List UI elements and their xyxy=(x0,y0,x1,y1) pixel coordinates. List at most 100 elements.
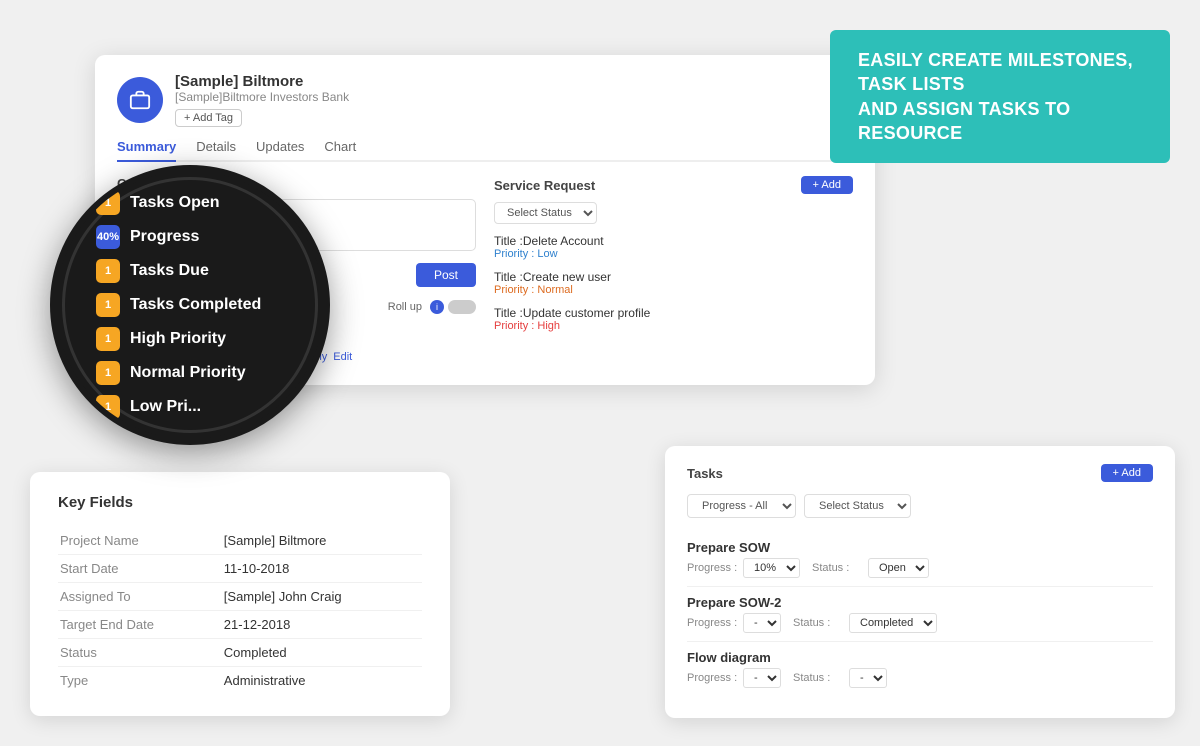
roll-up-toggle[interactable]: Roll up i xyxy=(388,300,476,314)
sr-priority-3: Priority : High xyxy=(494,320,853,332)
service-request-section: Service Request + Add Select Status Titl… xyxy=(494,176,853,363)
label-tasks-completed: Tasks Completed xyxy=(130,296,261,314)
add-tag-button[interactable]: + Add Tag xyxy=(175,109,242,127)
status-label-sow2: Status : xyxy=(793,617,845,629)
key-fields-card: Key Fields Project Name [Sample] Biltmor… xyxy=(30,472,450,716)
task-meta-sow: Progress : 10% Status : Open xyxy=(687,558,1153,578)
badge-normal-priority: 1 xyxy=(96,361,120,385)
task-row-flow: Flow diagram Progress : - Status : - xyxy=(687,642,1153,696)
kf-label-status: Status xyxy=(58,639,222,667)
project-avatar xyxy=(117,77,163,123)
project-subtitle: [Sample]Biltmore Investors Bank xyxy=(175,90,349,104)
teal-banner: EASILY CREATE MILESTONES, TASK LISTS AND… xyxy=(830,30,1170,163)
kf-label-target-end: Target End Date xyxy=(58,611,222,639)
badge-low-priority: 1 xyxy=(96,395,120,419)
task-progress-col-sow2: Progress : - xyxy=(687,613,781,633)
service-request-title: Service Request xyxy=(494,178,595,193)
service-request-add-button[interactable]: + Add xyxy=(801,176,853,194)
task-status-col-sow2: Status : Completed xyxy=(793,613,937,633)
circle-item-tasks-open: 1 Tasks Open xyxy=(96,191,284,215)
status-filter-select[interactable]: Select Status xyxy=(804,494,911,518)
label-normal-priority: Normal Priority xyxy=(130,364,246,382)
kf-row-start-date: Start Date 11-10-2018 xyxy=(58,555,422,583)
edit-link[interactable]: Edit xyxy=(333,351,352,363)
label-high-priority: High Priority xyxy=(130,330,226,348)
tab-updates[interactable]: Updates xyxy=(256,139,304,160)
circle-item-tasks-completed: 1 Tasks Completed xyxy=(96,293,284,317)
banner-text: EASILY CREATE MILESTONES, TASK LISTS AND… xyxy=(858,48,1142,145)
roll-up-switch[interactable] xyxy=(448,300,476,314)
task-name-sow2: Prepare SOW-2 xyxy=(687,595,1153,610)
sr-title-1: Title :Delete Account xyxy=(494,234,853,248)
progress-label-sow: Progress : xyxy=(687,562,739,574)
kf-row-type: Type Administrative xyxy=(58,667,422,695)
task-progress-col-sow: Progress : 10% xyxy=(687,558,800,578)
badge-tasks-due: 1 xyxy=(96,259,120,283)
circle-items: 1 Tasks Open 40% Progress 1 Tasks Due 1 … xyxy=(76,191,304,419)
label-tasks-due: Tasks Due xyxy=(130,262,209,280)
kf-row-status: Status Completed xyxy=(58,639,422,667)
key-fields-table: Project Name [Sample] Biltmore Start Dat… xyxy=(58,527,422,694)
tasks-header: Tasks + Add xyxy=(687,464,1153,482)
kf-value-project-name: [Sample] Biltmore xyxy=(222,527,422,555)
kf-label-assigned-to: Assigned To xyxy=(58,583,222,611)
kf-row-assigned-to: Assigned To [Sample] John Craig xyxy=(58,583,422,611)
sr-item-3: Title :Update customer profile Priority … xyxy=(494,306,853,332)
task-progress-col-flow: Progress : - xyxy=(687,668,781,688)
progress-select-sow2[interactable]: - xyxy=(743,613,781,633)
kf-label-start-date: Start Date xyxy=(58,555,222,583)
sr-priority-1: Priority : Low xyxy=(494,248,853,260)
progress-select-flow[interactable]: - xyxy=(743,668,781,688)
status-select-sow2[interactable]: Completed xyxy=(849,613,937,633)
progress-select-sow[interactable]: 10% xyxy=(743,558,800,578)
task-meta-flow: Progress : - Status : - xyxy=(687,668,1153,688)
task-name-sow: Prepare SOW xyxy=(687,540,1153,555)
circle-item-normal-priority: 1 Normal Priority xyxy=(96,361,284,385)
task-row-sow: Prepare SOW Progress : 10% Status : Open xyxy=(687,532,1153,587)
tab-summary[interactable]: Summary xyxy=(117,139,176,162)
service-request-header: Service Request + Add xyxy=(494,176,853,194)
status-label-sow: Status : xyxy=(812,562,864,574)
label-progress: Progress xyxy=(130,228,199,246)
task-meta-sow2: Progress : - Status : Completed xyxy=(687,613,1153,633)
tasks-filters: Progress - All Select Status xyxy=(687,494,1153,518)
sr-priority-2: Priority : Normal xyxy=(494,284,853,296)
task-row-sow2: Prepare SOW-2 Progress : - Status : Comp… xyxy=(687,587,1153,642)
kf-value-start-date: 11-10-2018 xyxy=(222,555,422,583)
key-fields-title: Key Fields xyxy=(58,494,422,511)
task-status-col-flow: Status : - xyxy=(793,668,887,688)
tasks-card: Tasks + Add Progress - All Select Status… xyxy=(665,446,1175,718)
badge-tasks-open: 1 xyxy=(96,191,120,215)
kf-row-project-name: Project Name [Sample] Biltmore xyxy=(58,527,422,555)
kf-value-type: Administrative xyxy=(222,667,422,695)
kf-row-target-end: Target End Date 21-12-2018 xyxy=(58,611,422,639)
task-status-col-sow: Status : Open xyxy=(812,558,929,578)
progress-filter-select[interactable]: Progress - All xyxy=(687,494,796,518)
sr-title-3: Title :Update customer profile xyxy=(494,306,853,320)
project-title: [Sample] Biltmore xyxy=(175,73,349,90)
circle-item-tasks-due: 1 Tasks Due xyxy=(96,259,284,283)
circle-item-low-priority: 1 Low Pri... xyxy=(96,395,284,419)
sr-item-1: Title :Delete Account Priority : Low xyxy=(494,234,853,260)
tasks-add-button[interactable]: + Add xyxy=(1101,464,1153,482)
status-select-flow[interactable]: - xyxy=(849,668,887,688)
kf-value-status: Completed xyxy=(222,639,422,667)
card-header: [Sample] Biltmore [Sample]Biltmore Inves… xyxy=(117,73,853,127)
task-name-flow: Flow diagram xyxy=(687,650,1153,665)
label-low-priority: Low Pri... xyxy=(130,398,201,416)
tab-details[interactable]: Details xyxy=(196,139,236,160)
circle-item-high-priority: 1 High Priority xyxy=(96,327,284,351)
post-button[interactable]: Post xyxy=(416,263,476,287)
sr-title-2: Title :Create new user xyxy=(494,270,853,284)
badge-high-priority: 1 xyxy=(96,327,120,351)
circle-magnifier: 1 Tasks Open 40% Progress 1 Tasks Due 1 … xyxy=(50,165,330,445)
service-request-status-select[interactable]: Select Status xyxy=(494,202,597,224)
circle-item-progress: 40% Progress xyxy=(96,225,284,249)
label-tasks-open: Tasks Open xyxy=(130,194,220,212)
kf-value-target-end: 21-12-2018 xyxy=(222,611,422,639)
kf-label-project-name: Project Name xyxy=(58,527,222,555)
badge-tasks-completed: 1 xyxy=(96,293,120,317)
kf-label-type: Type xyxy=(58,667,222,695)
tab-chart[interactable]: Chart xyxy=(324,139,356,160)
status-select-sow[interactable]: Open xyxy=(868,558,929,578)
